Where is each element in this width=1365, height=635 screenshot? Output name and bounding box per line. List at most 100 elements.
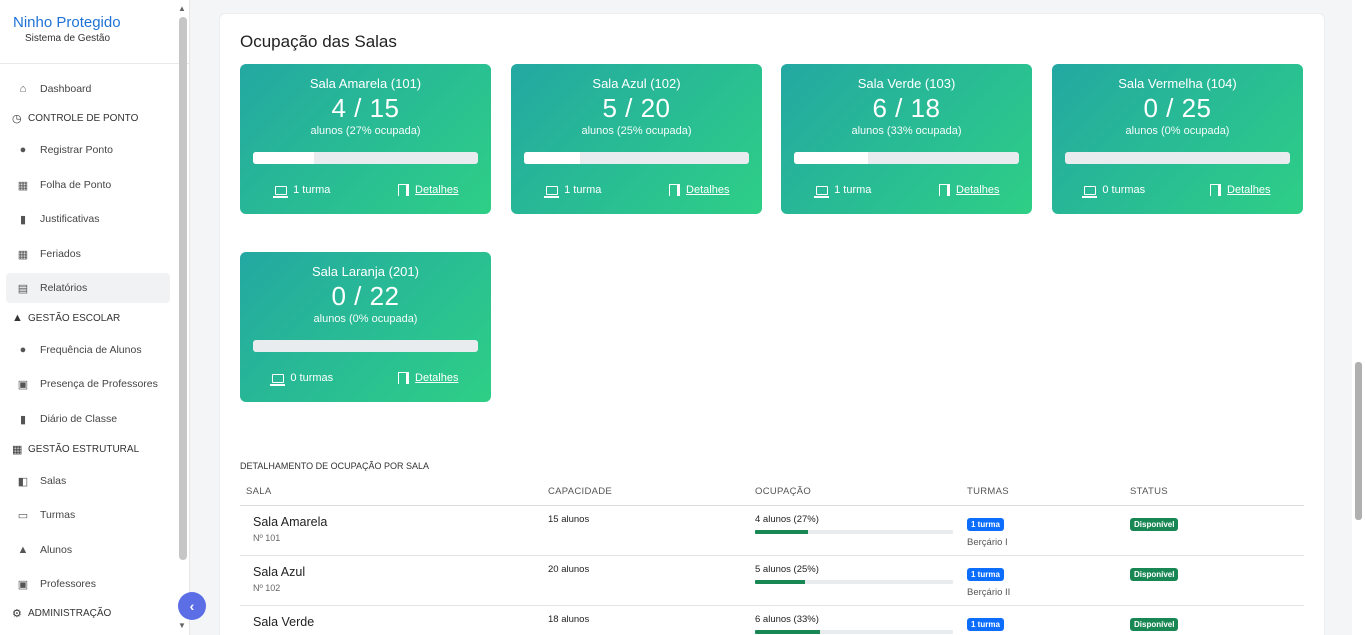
- sidebar-item-justificativas[interactable]: ▮ Justificativas: [6, 204, 170, 234]
- turma-name: Berçário II: [967, 587, 1011, 598]
- sidebar-item-label: Frequência de Alunos: [40, 344, 142, 356]
- sidebar-item-label: Professores: [40, 578, 97, 590]
- laptop-icon: [273, 185, 289, 198]
- sidebar-item-salas[interactable]: ◧ Salas: [6, 466, 170, 496]
- laptop-icon: [814, 185, 830, 198]
- room-card-turmas-label: 1 turma: [834, 184, 872, 196]
- door-open-icon: [1210, 184, 1222, 196]
- sidebar-item-frequencia[interactable]: ● Frequência de Alunos: [6, 335, 170, 365]
- cell-sala: Sala Azul Nº 102: [253, 565, 305, 593]
- sidebar-item-alunos[interactable]: ▲ Alunos: [6, 535, 170, 565]
- sidebar-item-dashboard[interactable]: ⌂ Dashboard: [6, 74, 170, 104]
- section-administracao: ⚙ ADMINISTRAÇÃO: [12, 607, 111, 620]
- sidebar-item-label: Turmas: [40, 509, 76, 521]
- table-header: SALA CAPACIDADE OCUPAÇÃO TURMAS STATUS: [240, 478, 1304, 506]
- column-header-turmas[interactable]: TURMAS: [967, 486, 1009, 497]
- turmas-badge: 1 turma: [967, 518, 1004, 531]
- room-card-details-link[interactable]: Detalhes: [907, 184, 1033, 196]
- sidebar: Ninho Protegido Sistema de Gestão ⌂ Dash…: [0, 0, 190, 635]
- room-card-details-link[interactable]: Detalhes: [366, 372, 492, 384]
- door-icon: ◧: [17, 475, 29, 488]
- room-card-footer: 1 turma Detalhes: [511, 184, 763, 198]
- sidebar-item-label: Feriados: [40, 248, 81, 260]
- page-scroll-thumb[interactable]: [1355, 362, 1362, 520]
- clipboard-icon: ▦: [17, 179, 29, 192]
- page-scrollbar[interactable]: [1352, 0, 1365, 635]
- sidebar-item-presenca[interactable]: ▣ Presença de Professores: [6, 369, 170, 399]
- room-card-percent: alunos (27% ocupada): [310, 125, 421, 137]
- sidebar-scroll-thumb[interactable]: [179, 17, 187, 560]
- laptop-icon: [270, 373, 286, 386]
- sidebar-item-registrar-ponto[interactable]: ● Registrar Ponto: [6, 135, 170, 165]
- cell-turmas: 1 turma Berçário I: [967, 514, 1008, 548]
- door-open-icon: [939, 184, 951, 196]
- ocupacao-progress-fill: [755, 530, 809, 534]
- scroll-down-icon[interactable]: ▼: [178, 621, 186, 630]
- room-card-progress: [253, 152, 478, 164]
- room-card-percent: alunos (0% ocupada): [313, 313, 418, 325]
- room-card: Sala Azul (102) 5 / 20 alunos (25% ocupa…: [511, 64, 762, 214]
- status-badge: Disponível: [1130, 618, 1179, 631]
- sidebar-item-turmas[interactable]: ▭ Turmas: [6, 500, 170, 530]
- sidebar-item-label: Presença de Professores: [40, 378, 158, 390]
- column-header-capacidade[interactable]: CAPACIDADE: [548, 486, 612, 497]
- door-open-icon: [398, 184, 410, 196]
- room-card-progress: [524, 152, 749, 164]
- column-header-ocupacao[interactable]: OCUPAÇÃO: [755, 486, 811, 497]
- cell-ocupacao: 5 alunos (25%): [755, 564, 953, 584]
- sala-name: Sala Azul: [253, 565, 306, 579]
- brand[interactable]: Ninho Protegido Sistema de Gestão: [0, 0, 189, 64]
- sidebar-item-label: Folha de Ponto: [40, 179, 112, 191]
- sidebar-item-label: Alunos: [40, 544, 73, 556]
- column-header-sala[interactable]: SALA: [246, 486, 272, 497]
- ocupacao-progress: [755, 580, 953, 584]
- room-card-details-link[interactable]: Detalhes: [366, 184, 492, 196]
- turma-name: Berçário I: [967, 537, 1008, 548]
- column-header-status[interactable]: STATUS: [1130, 486, 1168, 497]
- section-gestao-escolar: ▲ GESTÃO ESCOLAR: [12, 312, 120, 324]
- room-card: Sala Amarela (101) 4 / 15 alunos (27% oc…: [240, 64, 491, 214]
- room-card-turmas: 0 turmas: [240, 372, 366, 386]
- table-row[interactable]: Sala Verde 18 alunos 6 alunos (33%) 1 tu…: [240, 606, 1304, 635]
- room-card-details-label: Detalhes: [686, 184, 730, 196]
- room-card-count: 4 / 15: [331, 93, 400, 123]
- ocupacao-progress: [755, 630, 953, 634]
- sidebar-item-relatorios[interactable]: ▤ Relatórios: [6, 273, 170, 303]
- sidebar-item-feriados[interactable]: ▦ Feriados: [6, 239, 170, 269]
- room-card-turmas-label: 1 turma: [293, 184, 331, 196]
- room-card-percent: alunos (0% ocupada): [1125, 125, 1230, 137]
- file-icon: ▮: [19, 213, 27, 226]
- sidebar-item-label: Relatórios: [40, 282, 88, 294]
- room-card-count: 6 / 18: [872, 93, 941, 123]
- room-card-name: Sala Vermelha (104): [1118, 76, 1237, 91]
- room-card-footer: 0 turmas Detalhes: [240, 372, 492, 386]
- table-row[interactable]: Sala Amarela Nº 101 15 alunos 4 alunos (…: [240, 506, 1304, 556]
- sidebar-item-professores[interactable]: ▣ Professores: [6, 569, 170, 599]
- cell-capacidade: 18 alunos: [548, 614, 590, 625]
- sala-name: Sala Verde: [253, 615, 315, 629]
- room-card-progress-fill: [253, 152, 314, 164]
- room-card-name: Sala Azul (102): [592, 76, 681, 91]
- room-card-count: 5 / 20: [602, 93, 671, 123]
- chalkboard-teacher-icon: ▣: [17, 578, 29, 591]
- user-clock-icon: ●: [19, 144, 27, 156]
- room-card-percent: alunos (25% ocupada): [581, 125, 692, 137]
- sidebar-item-diario[interactable]: ▮ Diário de Classe: [6, 404, 170, 434]
- sidebar-item-folha-ponto[interactable]: ▦ Folha de Ponto: [6, 170, 170, 200]
- room-card-turmas: 1 turma: [511, 184, 637, 198]
- section-controle-ponto: ◷ CONTROLE DE PONTO: [12, 112, 138, 125]
- sidebar-item-label: Justificativas: [40, 213, 100, 225]
- room-card-turmas-label: 1 turma: [564, 184, 602, 196]
- room-card-progress-fill: [794, 152, 869, 164]
- user-check-icon: ●: [19, 344, 27, 356]
- room-card-details-label: Detalhes: [1227, 184, 1271, 196]
- room-card-details-link[interactable]: Detalhes: [1178, 184, 1304, 196]
- scroll-up-icon[interactable]: ▲: [178, 4, 186, 13]
- table-caption: DETALHAMENTO DE OCUPAÇÃO POR SALA: [240, 461, 430, 471]
- room-card-turmas: 1 turma: [240, 184, 366, 198]
- ocupacao-label: 6 alunos (33%): [755, 614, 819, 625]
- room-card-details-label: Detalhes: [415, 372, 459, 384]
- ocupacao-label: 4 alunos (27%): [755, 514, 819, 525]
- room-card-details-link[interactable]: Detalhes: [637, 184, 763, 196]
- table-row[interactable]: Sala Azul Nº 102 20 alunos 5 alunos (25%…: [240, 556, 1304, 606]
